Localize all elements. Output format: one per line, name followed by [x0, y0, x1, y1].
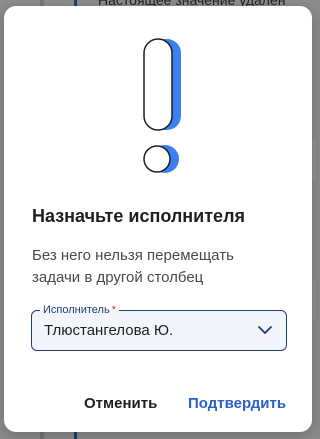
- field-label-text: Исполнитель: [43, 304, 110, 316]
- chevron-down-icon[interactable]: [258, 325, 272, 335]
- cancel-button[interactable]: Отменить: [84, 395, 157, 412]
- assign-executor-dialog: Назначьте исполнителя Без него нельзя пе…: [4, 6, 312, 432]
- exclamation-illustration: [143, 38, 181, 173]
- confirm-button[interactable]: Подтвердить: [188, 395, 286, 412]
- executor-select[interactable]: Исполнитель * Тлюстангелова Ю.: [31, 303, 287, 351]
- executor-value: Тлюстангелова Ю.: [44, 322, 174, 339]
- dialog-title: Назначьте исполнителя: [32, 206, 246, 226]
- required-mark: *: [111, 304, 116, 316]
- dialog-description: Без него нельзя перемещать задачи в друг…: [32, 247, 234, 286]
- executor-field-label: Исполнитель *: [40, 303, 119, 317]
